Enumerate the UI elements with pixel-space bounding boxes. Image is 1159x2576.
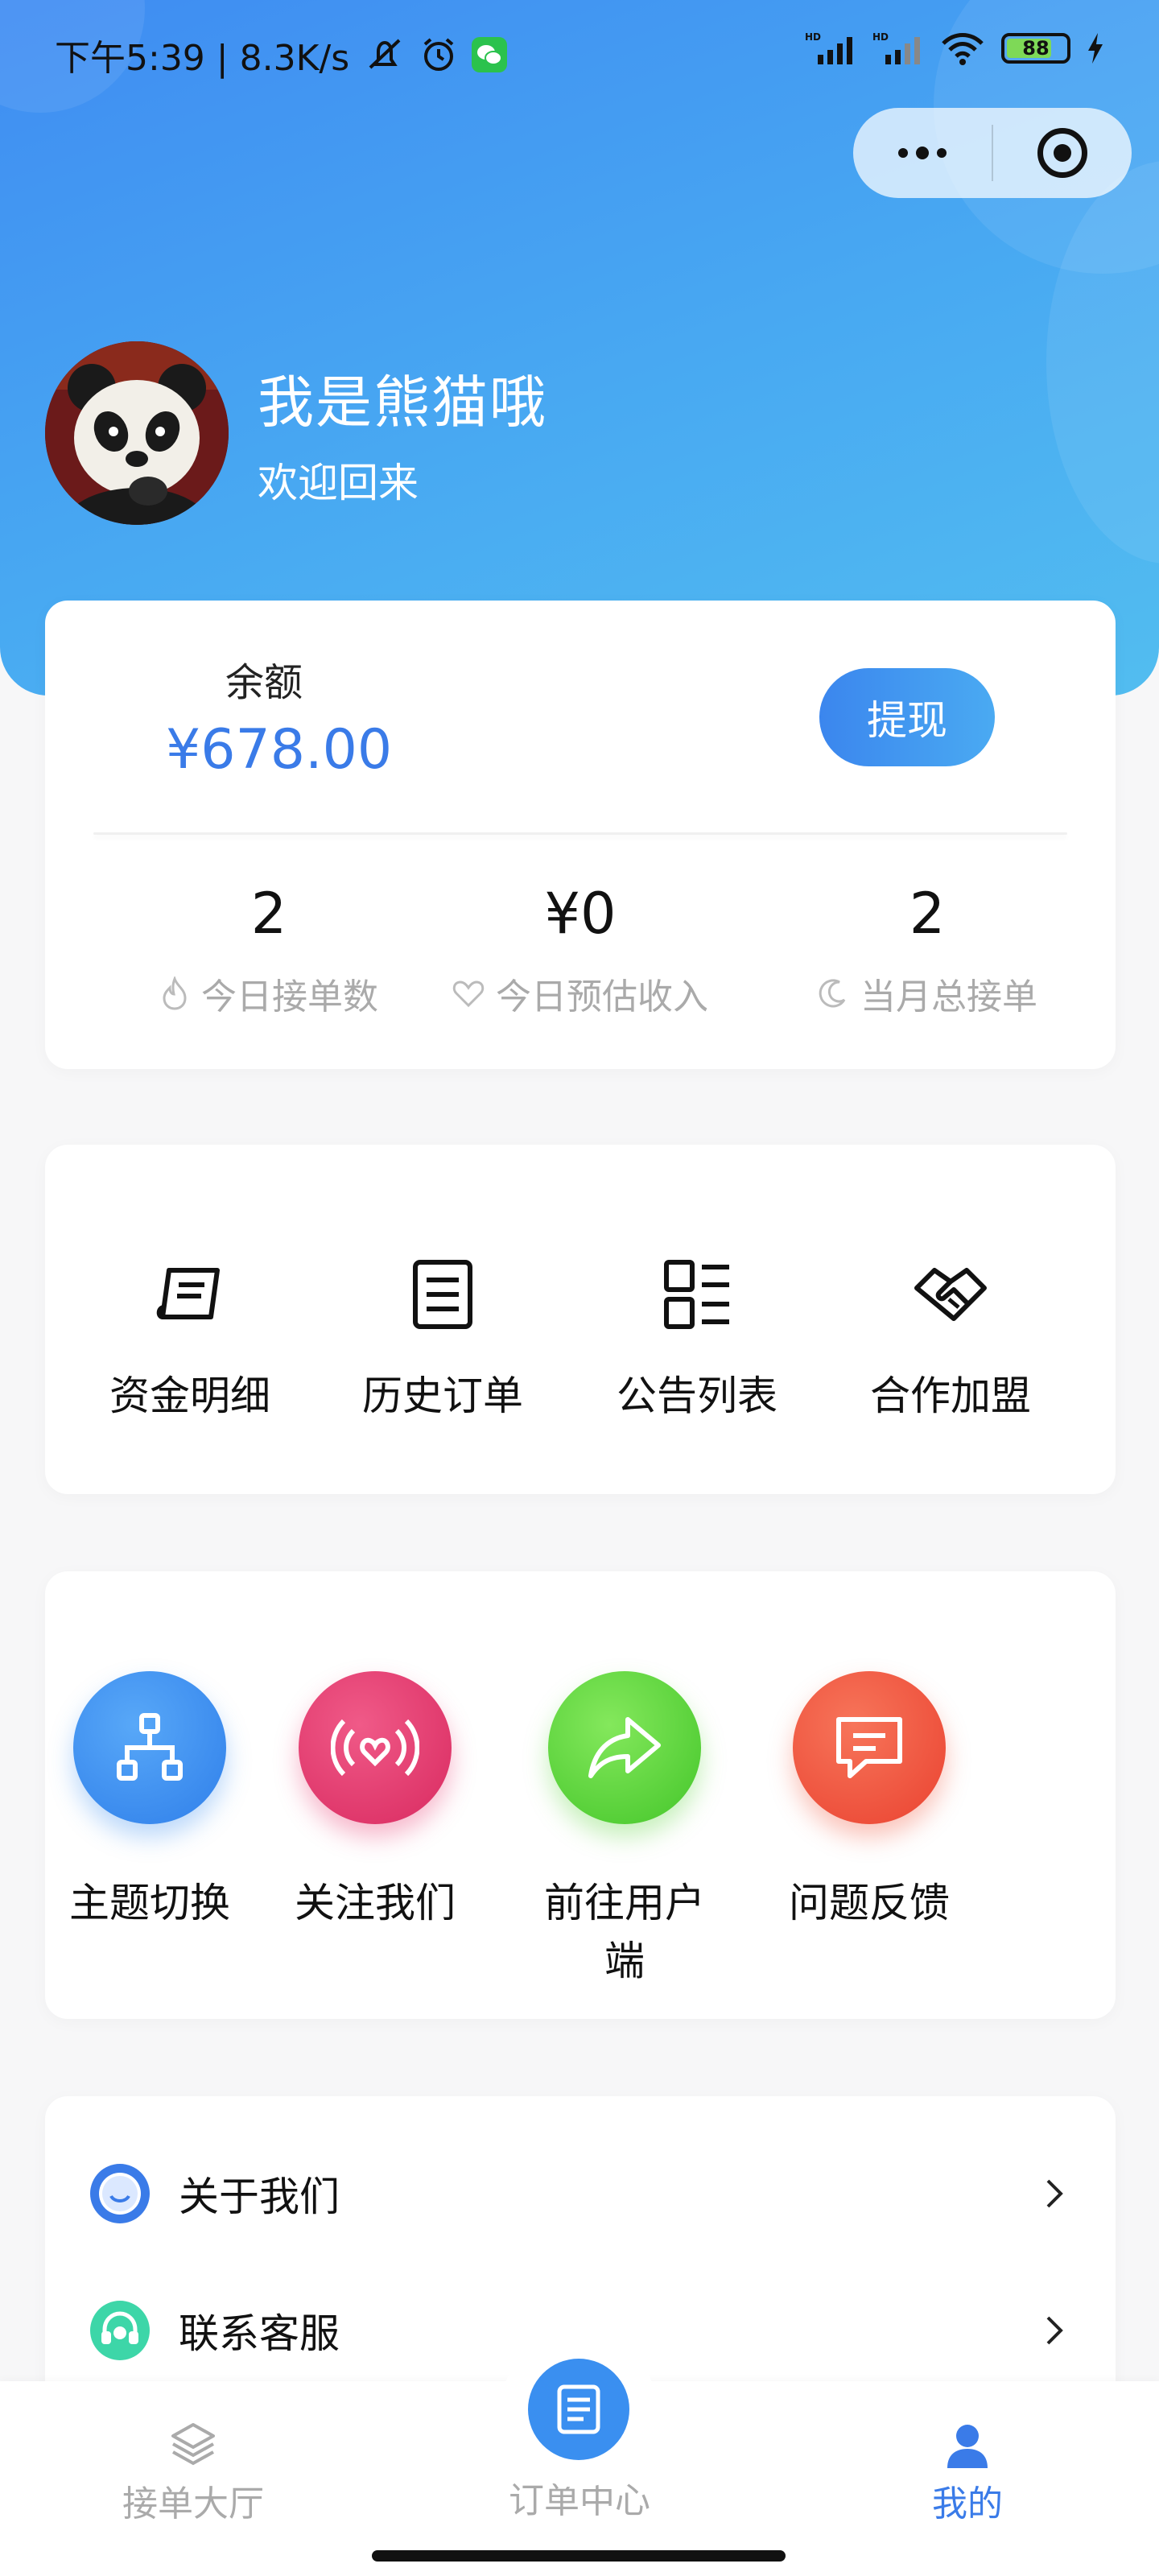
sitemap-icon [117, 1713, 183, 1781]
menu-feedback[interactable]: 问题反馈 [789, 1671, 950, 1929]
menu-label: 公告列表 [617, 1373, 777, 1419]
balance-card: 余额 ¥678.00 提现 2 今日接单数 ¥0 今日预估收入 2 当月总接单 [45, 601, 1116, 1069]
headset-icon [90, 2301, 150, 2360]
share-arrow-icon [588, 1717, 661, 1778]
stat-label: 今日预估收入 [496, 976, 708, 1018]
chat-bubble-icon [836, 1717, 902, 1778]
order-center-icon-circle [528, 2359, 629, 2460]
quick-menu-card: 资金明细 历史订单 公告列表 合作加盟 [45, 1145, 1116, 1494]
user-icon [947, 2425, 988, 2468]
menu-label: 问题反馈 [789, 1880, 950, 1926]
order-center-button[interactable] [501, 2331, 657, 2487]
stat-value: 2 [250, 881, 287, 947]
document-list-icon [413, 1260, 472, 1329]
tab-label: 我的 [932, 2483, 1003, 2524]
menu-follow-us[interactable]: 关注我们 [295, 1671, 456, 1929]
menu-history-orders[interactable]: 历史订单 [322, 1254, 563, 1422]
menu-announcements[interactable]: 公告列表 [576, 1254, 818, 1422]
list-item-label: 关于我们 [179, 2174, 340, 2220]
svg-text:HD: HD [805, 31, 821, 43]
stat-today-orders: 2 今日接单数 [100, 881, 438, 1019]
document-icon [557, 2384, 600, 2434]
menu-label: 前往用户端 [544, 1880, 705, 1984]
menu-label: 合作加盟 [870, 1373, 1031, 1419]
wifi-icon [942, 33, 984, 65]
stat-value: 2 [909, 881, 946, 947]
chevron-right-icon [1046, 2179, 1063, 2208]
tab-label: 接单大厅 [122, 2483, 264, 2524]
close-miniprogram-button[interactable] [993, 108, 1132, 198]
target-icon [1037, 128, 1087, 178]
tab-order-hall[interactable]: 接单大厅 [72, 2418, 314, 2526]
moon-icon [819, 979, 846, 1008]
battery-icon: 88 [1001, 33, 1070, 64]
status-time: 下午5:39 | 8.3K/s [55, 38, 350, 79]
chat-bubble-icon-circle [793, 1671, 946, 1824]
list-grid-icon [664, 1260, 729, 1329]
feature-menu-card: 主题切换 关注我们 前往用户端 问题反馈 [45, 1571, 1116, 2019]
home-indicator[interactable] [372, 2550, 786, 2562]
handshake-icon [914, 1268, 987, 1321]
more-button[interactable] [853, 108, 992, 198]
panda-avatar-image [45, 341, 229, 525]
broadcast-heart-icon [331, 1719, 419, 1777]
menu-partnership[interactable]: 合作加盟 [830, 1254, 1071, 1422]
share-arrow-icon-circle [548, 1671, 701, 1824]
miniprogram-capsule [853, 108, 1132, 198]
status-bar: 下午5:39 | 8.3K/s HD HD 88 [0, 0, 1159, 105]
more-dots-icon [898, 147, 947, 159]
list-item-label: 联系客服 [179, 2310, 340, 2357]
welcome-text: 欢迎回来 [258, 460, 419, 506]
battery-level: 88 [1022, 37, 1050, 60]
flame-icon [163, 976, 187, 1010]
stat-value: ¥0 [544, 881, 617, 947]
heart-icon [452, 980, 485, 1008]
menu-label: 主题切换 [69, 1880, 230, 1926]
chevron-right-icon [1046, 2316, 1063, 2345]
menu-go-user-app[interactable]: 前往用户端 [528, 1671, 721, 1987]
mute-icon [369, 39, 401, 69]
stat-label: 当月总接单 [860, 976, 1037, 1018]
menu-label: 资金明细 [109, 1373, 270, 1419]
divider [93, 832, 1067, 835]
menu-theme-switch[interactable]: 主题切换 [69, 1671, 230, 1929]
stat-today-income: ¥0 今日预估收入 [411, 881, 749, 1019]
list-item-about-us[interactable]: 关于我们 [45, 2125, 1116, 2262]
withdraw-button[interactable]: 提现 [819, 668, 995, 766]
layers-icon [171, 2423, 215, 2466]
stat-month-orders: 2 当月总接单 [758, 881, 1096, 1019]
menu-label: 历史订单 [362, 1373, 523, 1419]
smile-icon [90, 2164, 150, 2223]
sitemap-icon-circle [73, 1671, 226, 1824]
broadcast-heart-icon-circle [299, 1671, 452, 1824]
charging-icon [1088, 33, 1103, 64]
balance-value: ¥678.00 [166, 718, 393, 782]
username: 我是熊猫哦 [258, 369, 547, 436]
alarm-icon [423, 38, 454, 71]
signal-icon: HD [805, 31, 852, 64]
balance-label: 余额 [225, 660, 303, 705]
stat-label: 今日接单数 [201, 976, 378, 1018]
menu-fund-details[interactable]: 资金明细 [69, 1254, 311, 1422]
menu-label: 关注我们 [295, 1880, 456, 1926]
tab-mine[interactable]: 我的 [847, 2418, 1088, 2526]
signal-2-icon: HD [872, 31, 920, 64]
wechat-icon [472, 37, 508, 72]
avatar[interactable] [45, 341, 229, 525]
svg-text:HD: HD [872, 31, 889, 43]
receipt-icon [156, 1268, 220, 1319]
